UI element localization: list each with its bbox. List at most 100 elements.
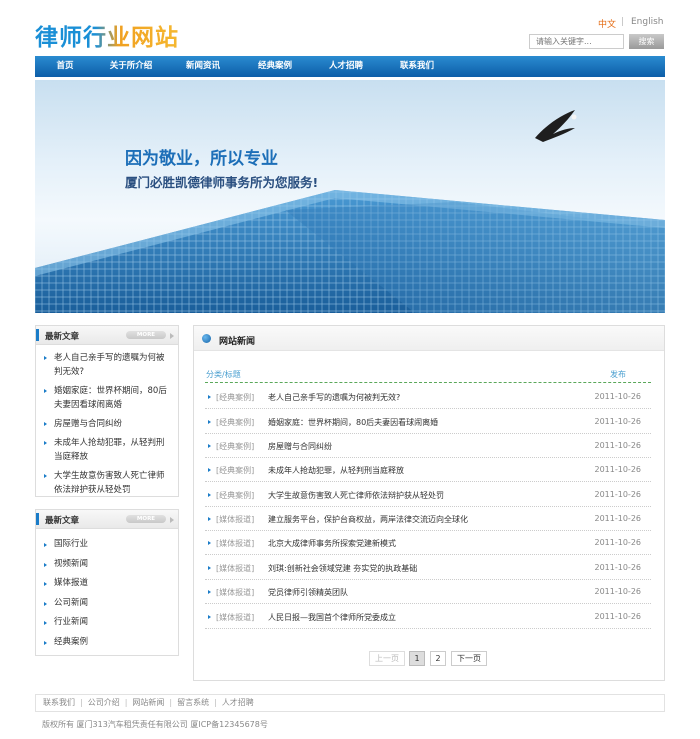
bullet-icon <box>44 562 47 567</box>
list-item[interactable]: 未成年人抢劫犯罪，从轻判刑当庭释放 <box>36 436 178 464</box>
table-row[interactable]: [媒体报道] 刘琪:创新社会领域党建 夯实党的执政基础 2011-10-26 <box>205 555 651 580</box>
bullet-icon <box>208 590 211 594</box>
column-header-date: 发布 <box>610 370 626 379</box>
site-logo[interactable]: 律师行业网站 <box>35 18 179 52</box>
panel-header: 最新文章 MORE <box>36 326 178 345</box>
next-page-button[interactable]: 下一页 <box>451 651 487 666</box>
nav-item-news[interactable]: 新闻资讯 <box>167 56 239 77</box>
row-title[interactable]: 未成年人抢劫犯罪，从轻判刑当庭释放 <box>268 465 404 476</box>
bullet-icon <box>44 543 47 547</box>
row-title[interactable]: 北京大成律师事务所探索党建新模式 <box>268 538 396 549</box>
nav-item-cases[interactable]: 经典案例 <box>239 56 311 77</box>
table-row[interactable]: [媒体报道] 人民日报—我国首个律师所党委成立 2011-10-26 <box>205 604 651 629</box>
nav-item-contact[interactable]: 联系我们 <box>381 56 453 77</box>
bullet-icon <box>208 566 211 570</box>
list-item[interactable]: 公司新闻 <box>36 594 178 614</box>
row-category[interactable]: [经典案例] <box>216 490 254 501</box>
banner-subtitle: 厦门必胜凯德律师事务所为您服务! <box>125 175 319 190</box>
row-date: 2011-10-26 <box>594 417 642 426</box>
list-item[interactable]: 经典案例 <box>36 633 178 653</box>
footer-link-about[interactable]: 公司介绍 <box>88 698 120 707</box>
row-category[interactable]: [经典案例] <box>216 392 254 403</box>
bullet-icon <box>208 444 211 448</box>
row-title[interactable]: 党员律师引领精英团队 <box>268 587 348 598</box>
list-item[interactable]: 婚姻家庭：世界杯期间，80后夫妻因看球闹离婚 <box>36 384 178 412</box>
bullet-icon <box>208 420 211 424</box>
search-input[interactable] <box>529 34 624 49</box>
row-category[interactable]: [媒体报道] <box>216 563 254 574</box>
table-row[interactable]: [媒体报道] 建立服务平台，保护台商权益，两岸法律交流迈向全球化 2011-10-2… <box>205 506 651 531</box>
table-row[interactable]: [经典案例] 婚姻家庭：世界杯期间，80后夫妻因看球闹离婚 2011-10-26 <box>205 409 651 434</box>
panel-accent-bar <box>36 513 39 525</box>
bullet-icon <box>44 441 47 445</box>
row-title[interactable]: 婚姻家庭：世界杯期间，80后夫妻因看球闹离婚 <box>268 417 438 428</box>
main-nav: 首页 关于所介绍 新闻资讯 经典案例 人才招聘 联系我们 <box>35 56 665 77</box>
article-list: 老人自己亲手写的遗嘱为何被判无效? 婚姻家庭：世界杯期间，80后夫妻因看球闹离婚… <box>36 345 178 497</box>
list-item[interactable]: 国际行业 <box>36 535 178 555</box>
page-2-button[interactable]: 2 <box>430 651 446 666</box>
latest-articles-panel: 最新文章 MORE 老人自己亲手写的遗嘱为何被判无效? 婚姻家庭：世界杯期间，8… <box>35 325 179 497</box>
news-header: 网站新闻 <box>194 326 664 351</box>
row-title[interactable]: 建立服务平台，保护台商权益，两岸法律交流迈向全球化 <box>268 514 468 525</box>
list-item[interactable]: 房屋赠与合同纠纷 <box>36 417 178 431</box>
table-row[interactable]: [媒体报道] 北京大成律师事务所探索党建新模式 2011-10-26 <box>205 530 651 555</box>
panel-header: 最新文章 MORE <box>36 510 178 529</box>
row-title[interactable]: 大学生故意伤害致人死亡律师依法辩护获从轻处罚 <box>268 490 444 501</box>
row-category[interactable]: [媒体报道] <box>216 612 254 623</box>
lang-english-link[interactable]: English <box>631 17 664 27</box>
bullet-icon <box>44 621 47 625</box>
row-date: 2011-10-26 <box>594 563 642 572</box>
list-item[interactable]: 行业新闻 <box>36 613 178 633</box>
banner-title: 因为敬业，所以专业 <box>125 149 278 169</box>
footer-link-contact[interactable]: 联系我们 <box>43 698 75 707</box>
bullet-icon <box>44 582 47 586</box>
table-row[interactable]: [媒体报道] 党员律师引领精英团队 2011-10-26 <box>205 579 651 604</box>
nav-item-about[interactable]: 关于所介绍 <box>95 56 167 77</box>
bullet-icon <box>208 395 211 399</box>
list-item[interactable]: 老人自己亲手写的遗嘱为何被判无效? <box>36 351 178 379</box>
table-row[interactable]: [经典案例] 未成年人抢劫犯罪，从轻判刑当庭释放 2011-10-26 <box>205 457 651 482</box>
footer-link-news[interactable]: 网站新闻 <box>132 698 164 707</box>
bullet-icon <box>44 422 47 426</box>
prev-page-button[interactable]: 上一页 <box>369 651 405 666</box>
nav-item-jobs[interactable]: 人才招聘 <box>311 56 381 77</box>
more-button[interactable]: MORE <box>126 515 166 523</box>
row-title[interactable]: 老人自己亲手写的遗嘱为何被判无效? <box>268 392 400 403</box>
footer-link-jobs[interactable]: 人才招聘 <box>222 698 254 707</box>
bullet-icon <box>208 615 211 619</box>
list-item[interactable]: 视频新闻 <box>36 555 178 575</box>
row-title[interactable]: 房屋赠与合同纠纷 <box>268 441 332 452</box>
lang-chinese-link[interactable]: 中文 <box>598 17 616 30</box>
bullet-icon <box>208 517 211 521</box>
bullet-icon <box>208 493 211 497</box>
list-item[interactable]: 大学生故意伤害致人死亡律师依法辩护获从轻处罚 <box>36 469 178 497</box>
list-item[interactable]: 媒体报道 <box>36 574 178 594</box>
row-category[interactable]: [媒体报道] <box>216 514 254 525</box>
bullet-icon <box>44 474 47 478</box>
more-button[interactable]: MORE <box>126 331 166 339</box>
copyright-text: 版权所有 厦门313汽车租凭责任有限公司 厦ICP备12345678号 <box>42 720 268 729</box>
row-category[interactable]: [媒体报道] <box>216 587 254 598</box>
row-date: 2011-10-26 <box>594 587 642 596</box>
nav-item-home[interactable]: 首页 <box>35 56 95 77</box>
row-category[interactable]: [经典案例] <box>216 417 254 428</box>
row-title[interactable]: 刘琪:创新社会领域党建 夯实党的执政基础 <box>268 563 417 574</box>
row-date: 2011-10-26 <box>594 465 642 474</box>
panel-accent-bar <box>36 329 39 341</box>
footer-nav: 联系我们 | 公司介绍 | 网站新闻 | 留言系统 | 人才招聘 <box>35 694 665 712</box>
panel-title: 最新文章 <box>45 516 80 526</box>
table-row[interactable]: [经典案例] 大学生故意伤害致人死亡律师依法辩护获从轻处罚 2011-10-26 <box>205 482 651 507</box>
row-title[interactable]: 人民日报—我国首个律师所党委成立 <box>268 612 396 623</box>
hero-banner: 因为敬业，所以专业 厦门必胜凯德律师事务所为您服务! <box>35 80 665 313</box>
row-category[interactable]: [经典案例] <box>216 441 254 452</box>
row-date: 2011-10-26 <box>594 514 642 523</box>
lang-separator: | <box>621 17 625 27</box>
table-row[interactable]: [经典案例] 房屋赠与合同纠纷 2011-10-26 <box>205 433 651 458</box>
table-row[interactable]: [经典案例] 老人自己亲手写的遗嘱为何被判无效? 2011-10-26 <box>205 384 651 409</box>
row-category[interactable]: [媒体报道] <box>216 538 254 549</box>
search-button[interactable]: 搜索 <box>629 34 664 49</box>
page-1-button[interactable]: 1 <box>409 651 425 666</box>
row-category[interactable]: [经典案例] <box>216 465 254 476</box>
categories-panel: 最新文章 MORE 国际行业 视频新闻 媒体报道 公司新闻 行业新闻 经典案例 <box>35 509 179 656</box>
footer-link-guestbook[interactable]: 留言系统 <box>177 698 209 707</box>
